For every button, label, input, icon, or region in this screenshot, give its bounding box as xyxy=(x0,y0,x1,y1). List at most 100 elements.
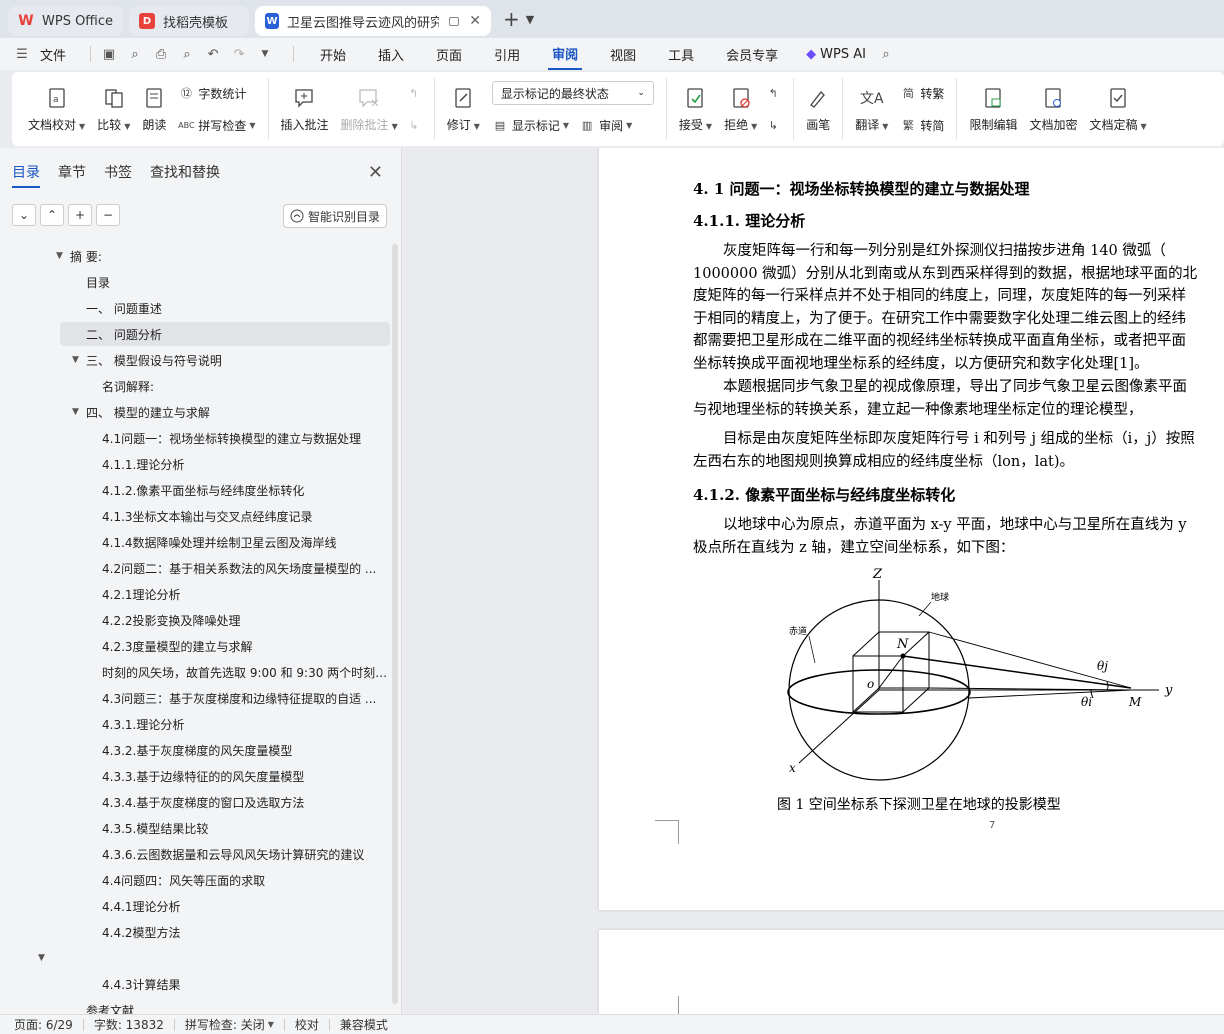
tab-tools[interactable]: 工具 xyxy=(664,40,698,69)
toc-item[interactable]: 时刻的风矢场，故首先选取 9:00 和 9:30 两个时刻 ... xyxy=(0,660,390,684)
toc-item[interactable]: 4.2问题二：基于相关系数法的风矢场度量模型的 ... xyxy=(0,556,390,580)
tab-review[interactable]: 审阅 xyxy=(548,39,583,70)
restrict-edit-button[interactable]: 限制编辑 xyxy=(969,86,1017,133)
review-pane-button[interactable]: ▥ 审阅 ▼ xyxy=(579,113,632,137)
spell-check-status[interactable]: 拼写检查: 关闭 ▼ xyxy=(185,1016,274,1033)
toc-item[interactable]: 4.3.6.云图数据量和云导风风矢场计算研究的建议 xyxy=(0,842,390,866)
tab-member[interactable]: 会员专享 xyxy=(722,40,782,69)
file-menu[interactable]: ☰ 文件 xyxy=(14,45,66,64)
smart-toc-button[interactable]: 智能识别目录 xyxy=(282,204,387,228)
next-change-button[interactable]: ↳ xyxy=(765,113,785,137)
caret-down-icon[interactable]: ▼ xyxy=(56,251,70,261)
accept-button[interactable]: 接受 ▼ xyxy=(679,86,712,133)
toc-item[interactable]: 4.1.2.像素平面坐标与经纬度坐标转化 xyxy=(0,478,390,502)
tab-docer-templates[interactable]: D 找稻壳模板 xyxy=(129,6,250,36)
tab-references[interactable]: 引用 xyxy=(490,40,524,69)
toc-item[interactable]: 4.4.3计算结果 xyxy=(0,972,390,996)
delete-comment-button[interactable]: 删除批注 ▼ xyxy=(341,86,398,133)
new-tab-button[interactable]: + xyxy=(503,7,520,31)
toc-item[interactable]: 4.3.1.理论分析 xyxy=(0,712,390,736)
toc-item[interactable]: 名词解释: xyxy=(0,374,390,398)
toc-item[interactable]: ▼ 摘 要: xyxy=(0,244,390,268)
toc-item[interactable]: 一、 问题重述 xyxy=(0,296,390,320)
track-changes-button[interactable]: 修订 ▼ xyxy=(447,86,480,133)
tab-page[interactable]: 页面 xyxy=(432,40,466,69)
compare-button[interactable]: 比较 ▼ xyxy=(97,86,130,133)
previous-change-button[interactable]: ↰ xyxy=(765,81,785,105)
toc-item[interactable]: ▼ xyxy=(0,946,390,970)
caret-down-icon[interactable]: ▼ xyxy=(72,355,86,365)
toc-item[interactable]: 目录 xyxy=(0,270,390,294)
next-comment-button[interactable]: ↳ xyxy=(406,113,426,137)
previous-comment-button[interactable]: ↰ xyxy=(406,81,426,105)
chevron-down-icon[interactable]: ▼ xyxy=(526,13,534,26)
tab-home[interactable]: 开始 xyxy=(316,40,350,69)
toc-item[interactable]: 4.4.2模型方法 xyxy=(0,920,390,944)
show-markup-button[interactable]: ▤ 显示标记 ▼ xyxy=(492,113,569,137)
toc-item[interactable]: ▼ 四、 模型的建立与求解 xyxy=(0,400,390,424)
nav-tab-sections[interactable]: 章节 xyxy=(58,162,86,188)
encrypt-doc-button[interactable]: 文档加密 xyxy=(1029,86,1077,133)
nav-scrollbar[interactable] xyxy=(392,244,398,1004)
tab-view[interactable]: 视图 xyxy=(606,40,640,69)
translate-button[interactable]: 文A 翻译 ▼ xyxy=(855,86,888,133)
next-document-page[interactable] xyxy=(599,930,1224,1014)
chevron-down-icon[interactable]: ▼ xyxy=(257,46,273,62)
toc-item[interactable]: 4.3.4.基于灰度梯度的窗口及选取方法 xyxy=(0,790,390,814)
caret-down-icon[interactable]: ▼ xyxy=(72,407,86,417)
print-preview-icon[interactable]: ⌕ xyxy=(179,46,195,62)
print-icon[interactable]: ⎙ xyxy=(153,46,169,62)
close-icon[interactable]: ✕ xyxy=(469,13,481,29)
toc-item[interactable]: 4.2.3度量模型的建立与求解 xyxy=(0,634,390,658)
word-count-indicator[interactable]: 字数: 13832 xyxy=(94,1016,164,1033)
caret-down-icon[interactable]: ▼ xyxy=(38,953,52,963)
undo-icon[interactable]: ↶ xyxy=(205,46,221,62)
markup-state-select[interactable]: 显示标记的最终状态 ⌄ xyxy=(491,81,654,105)
reject-button[interactable]: 拒绝 ▼ xyxy=(724,86,757,133)
toc-item[interactable]: ▼ 三、 模型假设与符号说明 xyxy=(0,348,390,372)
toc-item[interactable]: 4.1问题一：视场坐标转换模型的建立与数据处理 xyxy=(0,426,390,450)
doc-check-button[interactable]: a 文档校对 ▼ xyxy=(28,86,85,133)
wps-ai-button[interactable]: ◆ WPS AI xyxy=(806,47,866,62)
toc-item[interactable]: 4.3.5.模型结果比较 xyxy=(0,816,390,840)
spell-check-button[interactable]: ABC 拼写检查 ▼ xyxy=(178,113,255,137)
to-simplified-button[interactable]: 繁转简 xyxy=(900,113,945,137)
read-aloud-button[interactable]: 朗读 xyxy=(142,86,166,133)
toc-item[interactable]: 4.1.1.理论分析 xyxy=(0,452,390,476)
add-heading-button[interactable]: + xyxy=(68,204,92,226)
toc-item[interactable]: 4.4问题四：风矢等压面的求取 xyxy=(0,868,390,892)
file-label: 文件 xyxy=(40,48,67,64)
pen-button[interactable]: 画笔 xyxy=(806,86,830,133)
close-icon[interactable]: ✕ xyxy=(368,162,383,183)
toc-item[interactable]: 二、 问题分析 xyxy=(60,322,390,346)
finalize-doc-button[interactable]: 文档定稿 ▼ xyxy=(1089,86,1147,133)
share-icon[interactable]: ⌕ xyxy=(127,46,143,62)
toc-item[interactable]: 4.4.1理论分析 xyxy=(0,894,390,918)
toc-item[interactable]: 4.3.3.基于边缘特征的的风矢度量模型 xyxy=(0,764,390,788)
toc-item[interactable]: 参考文献 xyxy=(0,998,390,1015)
toc-item[interactable]: 4.1.3坐标文本输出与交叉点经纬度记录 xyxy=(0,504,390,528)
tab-current-document[interactable]: W 卫星云图推导云迹风的研究 毕 ✕ xyxy=(255,6,492,36)
redo-icon[interactable]: ↷ xyxy=(231,46,247,62)
page-indicator[interactable]: 页面: 6/29 xyxy=(14,1016,73,1033)
toc-item[interactable]: 4.2.1理论分析 xyxy=(0,582,390,606)
document-page[interactable]: 4. 1 问题一：视场坐标转换模型的建立与数据处理 4.1.1. 理论分析 灰度… xyxy=(599,148,1224,910)
nav-tab-toc[interactable]: 目录 xyxy=(12,162,40,188)
nav-tab-bookmarks[interactable]: 书签 xyxy=(104,162,132,188)
toc-item[interactable]: 4.2.2投影变换及降噪处理 xyxy=(0,608,390,632)
word-count-button[interactable]: ⑫ 字数统计 xyxy=(178,81,255,105)
search-icon[interactable]: ⌕ xyxy=(878,46,894,62)
insert-comment-button[interactable]: 插入批注 xyxy=(281,86,329,133)
nav-tab-find-replace[interactable]: 查找和替换 xyxy=(150,162,220,188)
toc-item[interactable]: 4.3问题三：基于灰度梯度和边缘特征提取的自适 ... xyxy=(0,686,390,710)
to-traditional-button[interactable]: 简转繁 xyxy=(900,81,945,105)
save-icon[interactable]: ▣ xyxy=(101,46,117,62)
toc-item[interactable]: 4.1.4数据降噪处理并绘制卫星云图及海岸线 xyxy=(0,530,390,554)
collapse-all-button[interactable]: ⌄ xyxy=(12,204,36,226)
expand-all-button[interactable]: ⌃ xyxy=(40,204,64,226)
proofread-status[interactable]: 校对 xyxy=(295,1016,319,1033)
tab-wps-office[interactable]: W WPS Office xyxy=(8,6,124,36)
toc-item[interactable]: 4.3.2.基于灰度梯度的风矢度量模型 xyxy=(0,738,390,762)
remove-heading-button[interactable]: − xyxy=(96,204,120,226)
tab-insert[interactable]: 插入 xyxy=(374,40,408,69)
